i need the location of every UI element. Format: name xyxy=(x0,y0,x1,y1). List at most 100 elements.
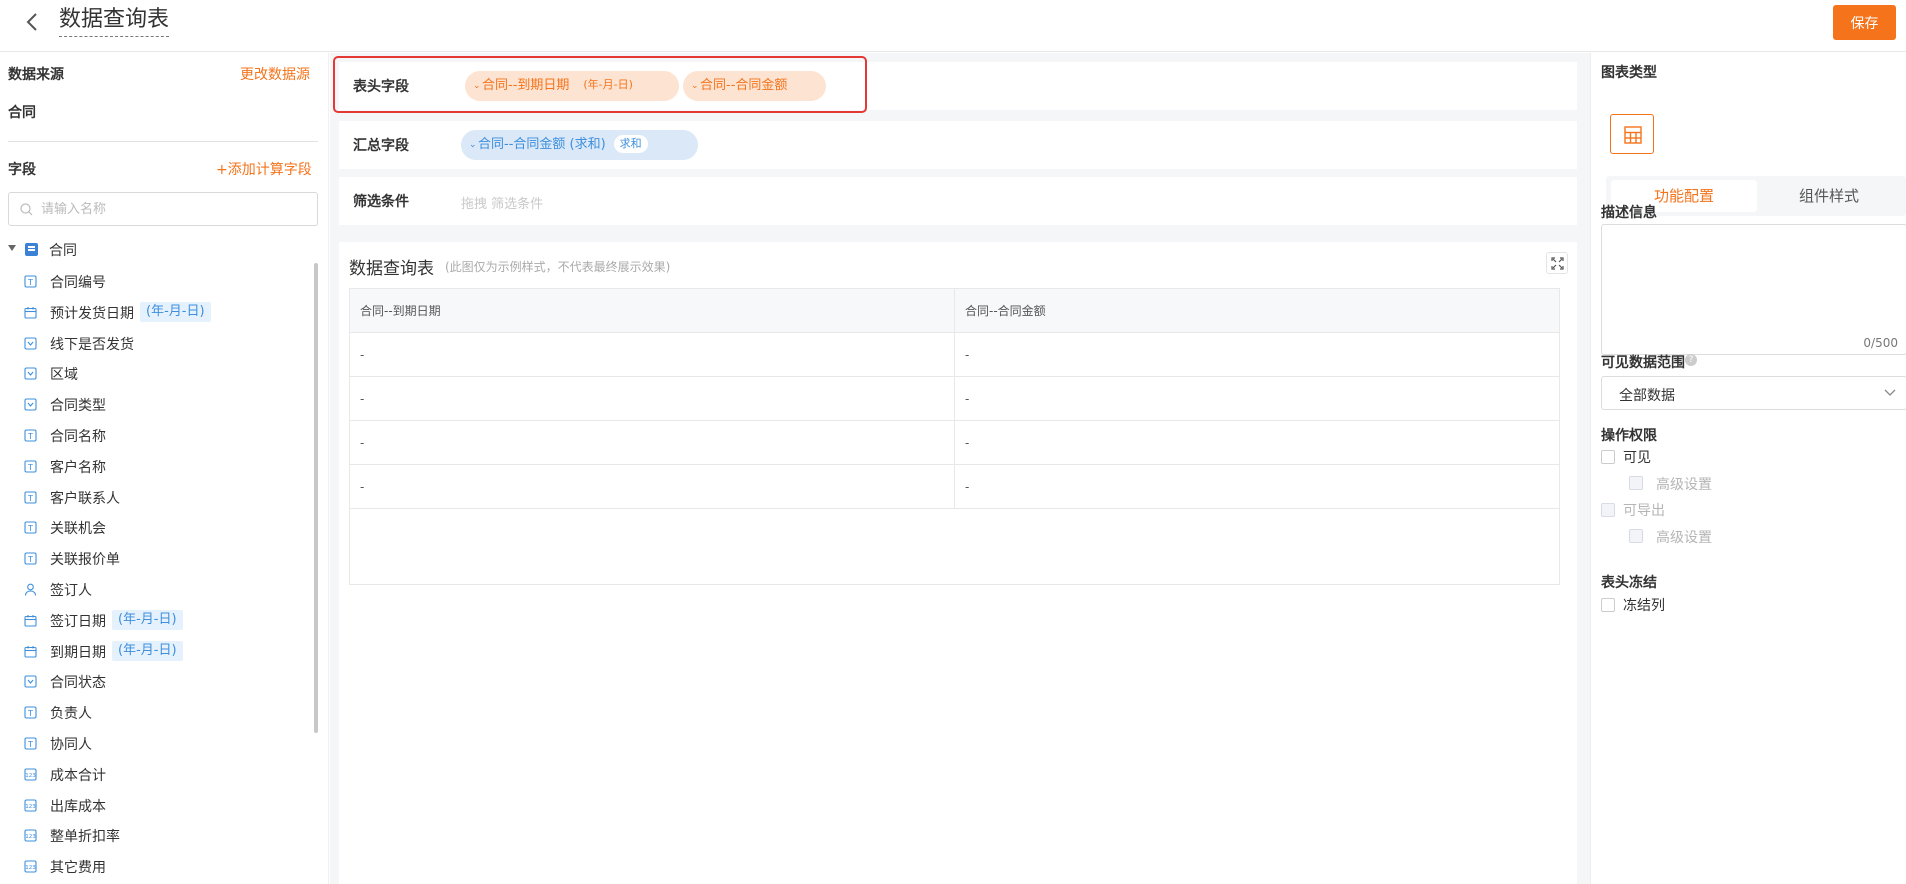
export-advanced-label: 高级设置 xyxy=(1656,530,1712,546)
scrollbar[interactable] xyxy=(314,263,318,733)
visible-range-title: 可见数据范围 xyxy=(1601,355,1685,371)
field-item[interactable]: T 关联机会 xyxy=(24,517,304,539)
filter-row[interactable]: 筛选条件 拖拽 筛选条件 xyxy=(339,177,1577,225)
date-format-tag: (年-月-日) xyxy=(112,641,183,661)
table-cell: - xyxy=(954,376,1560,421)
export-advanced-checkbox[interactable] xyxy=(1629,529,1643,543)
field-item-label: 到期日期 xyxy=(50,645,106,661)
table-cell: - xyxy=(954,464,1560,509)
table-row: -- xyxy=(349,332,1560,377)
number-field-icon: 123 xyxy=(24,799,37,812)
field-item[interactable]: T 合同编号 xyxy=(24,271,304,293)
text-field-icon: T xyxy=(24,737,37,750)
date-format-tag: (年-月-日) xyxy=(112,610,183,630)
user-icon xyxy=(24,583,37,596)
description-box: 0/500 xyxy=(1601,224,1906,355)
filter-placeholder: 拖拽 筛选条件 xyxy=(461,197,544,212)
table-cell: - xyxy=(954,420,1560,465)
field-item[interactable]: 线下是否发货 xyxy=(24,333,304,355)
visible-range-select[interactable]: 全部数据 xyxy=(1601,376,1906,410)
freeze-column-checkbox[interactable] xyxy=(1601,598,1615,612)
field-item[interactable]: T 合同名称 xyxy=(24,425,304,447)
field-item[interactable]: 签订人 xyxy=(24,579,304,601)
dropdown-field-icon xyxy=(24,398,37,411)
visible-advanced-checkbox[interactable] xyxy=(1629,476,1643,490)
caret-down-icon[interactable] xyxy=(8,245,16,251)
field-item[interactable]: 123 整单折扣率 xyxy=(24,825,304,847)
chip-sub-label: 求和 xyxy=(613,134,648,153)
expand-icon[interactable] xyxy=(1546,252,1568,274)
field-item-label: 签订日期 xyxy=(50,614,106,630)
freeze-title: 表头冻结 xyxy=(1601,575,1657,591)
field-item-label: 其它费用 xyxy=(50,860,106,876)
field-item[interactable]: T 客户名称 xyxy=(24,456,304,478)
tab-component-style[interactable]: 组件样式 xyxy=(1756,180,1902,212)
panel-divider xyxy=(328,53,329,884)
chart-type-table-button[interactable] xyxy=(1610,114,1654,154)
field-item[interactable]: T 客户联系人 xyxy=(24,487,304,509)
field-item-label: 合同状态 xyxy=(50,675,106,691)
table-cell: - xyxy=(954,332,1560,377)
field-item-label: 协同人 xyxy=(50,737,92,753)
header-chip-amount[interactable]: ⌄ 合同--合同金额 xyxy=(683,71,826,101)
table-cell xyxy=(349,508,1560,585)
chevron-down-icon: ⌄ xyxy=(691,81,699,91)
svg-text:123: 123 xyxy=(25,804,36,810)
help-icon[interactable]: ? xyxy=(1685,354,1697,366)
field-item[interactable]: 到期日期 (年-月-日) xyxy=(24,641,304,663)
svg-text:T: T xyxy=(27,432,33,441)
table-cell: - xyxy=(349,376,955,421)
top-header: 数据查询表 保存 xyxy=(0,0,1906,52)
left-panel: 数据来源 更改数据源 合同 字段 +添加计算字段 合同 T 合同编号预计发货日期 (… xyxy=(0,53,330,884)
chip-sub-label: (年-月-日) xyxy=(583,77,633,91)
field-search-input[interactable] xyxy=(41,197,311,221)
visible-advanced-label: 高级设置 xyxy=(1656,477,1712,493)
field-item[interactable]: 123 成本合计 xyxy=(24,764,304,786)
summary-fields-row[interactable]: 汇总字段 ⌄ 合同--合同金额 (求和) 求和 xyxy=(339,121,1577,169)
change-source-link[interactable]: 更改数据源 xyxy=(240,64,310,84)
add-calc-field-link[interactable]: +添加计算字段 xyxy=(216,159,312,179)
field-item[interactable]: T 负责人 xyxy=(24,702,304,724)
field-item[interactable]: 预计发货日期 (年-月-日) xyxy=(24,302,304,324)
svg-text:123: 123 xyxy=(25,865,36,871)
field-item[interactable]: 合同类型 xyxy=(24,394,304,416)
field-item[interactable]: 签订日期 (年-月-日) xyxy=(24,610,304,632)
field-item[interactable]: T 协同人 xyxy=(24,733,304,755)
visible-range-value: 全部数据 xyxy=(1619,388,1675,404)
date-format-tag: (年-月-日) xyxy=(140,302,211,322)
chip-label: 合同--到期日期 xyxy=(482,78,570,93)
text-field-icon: T xyxy=(24,429,37,442)
header-chip-due-date[interactable]: ⌄ 合同--到期日期 (年-月-日) xyxy=(465,71,679,101)
preview-note: (此图仅为示例样式，不代表最终展示效果) xyxy=(445,260,671,274)
table-cell: - xyxy=(349,420,955,465)
description-input[interactable] xyxy=(1603,226,1903,336)
calendar-icon xyxy=(24,307,37,319)
calendar-icon xyxy=(24,615,37,627)
text-field-icon: T xyxy=(24,706,37,719)
page-title[interactable]: 数据查询表 xyxy=(59,5,170,37)
table-header-cell: 合同--到期日期 xyxy=(349,288,955,333)
svg-text:T: T xyxy=(27,524,33,533)
summary-chip-amount[interactable]: ⌄ 合同--合同金额 (求和) 求和 xyxy=(461,130,698,160)
field-item-label: 整单折扣率 xyxy=(50,829,120,845)
field-item[interactable]: T 关联报价单 xyxy=(24,548,304,570)
text-field-icon: T xyxy=(24,491,37,504)
permissions-title: 操作权限 xyxy=(1601,428,1657,444)
table-empty-row xyxy=(349,508,1560,585)
export-checkbox[interactable] xyxy=(1601,503,1615,517)
field-item[interactable]: 123 出库成本 xyxy=(24,795,304,817)
text-field-icon: T xyxy=(24,460,37,473)
visible-checkbox[interactable] xyxy=(1601,450,1615,464)
field-item[interactable]: 合同状态 xyxy=(24,671,304,693)
table-cell: - xyxy=(349,464,955,509)
field-item[interactable]: 123 其它费用 xyxy=(24,856,304,878)
chevron-down-icon: ⌄ xyxy=(469,140,477,150)
table-row: -- xyxy=(349,420,1560,465)
field-item-label: 出库成本 xyxy=(50,799,106,815)
save-button[interactable]: 保存 xyxy=(1833,5,1896,40)
field-item[interactable]: 区域 xyxy=(24,363,304,385)
chart-type-title: 图表类型 xyxy=(1601,65,1657,81)
svg-text:T: T xyxy=(27,555,33,564)
back-icon[interactable] xyxy=(22,10,42,34)
header-fields-row[interactable]: 表头字段 ⌄ 合同--到期日期 (年-月-日) ⌄ 合同--合同金额 xyxy=(339,62,1577,110)
